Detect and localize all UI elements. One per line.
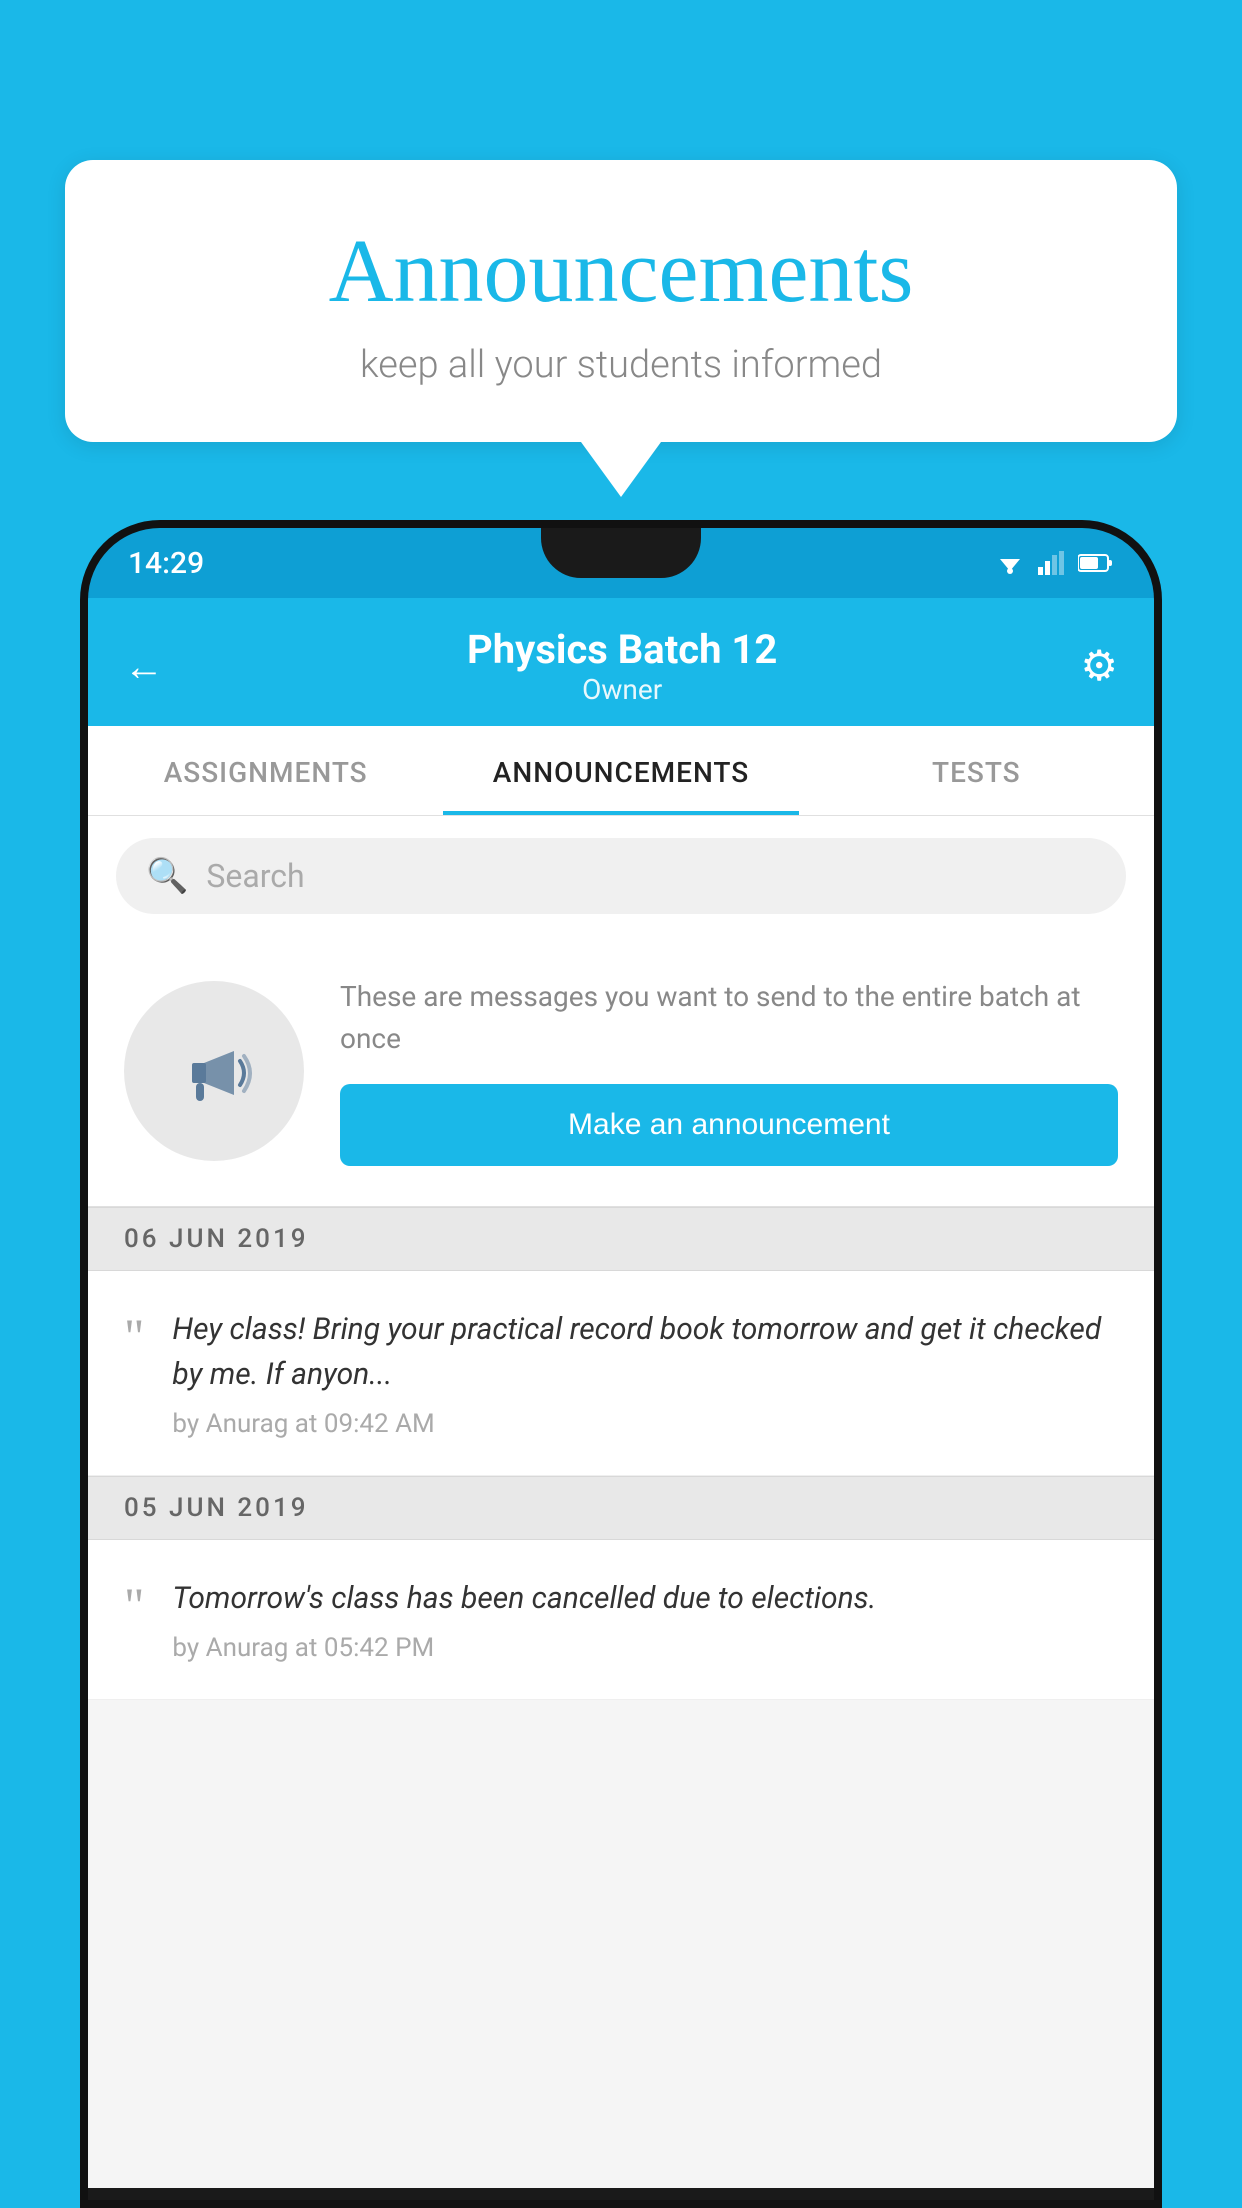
bubble-subtitle: keep all your students informed [145,343,1097,387]
status-bar: 14:29 [88,528,1154,598]
search-bar-container: 🔍 Search [88,816,1154,936]
promo-description: These are messages you want to send to t… [340,976,1118,1060]
header-subtitle: Owner [467,673,777,706]
notch [541,528,701,578]
announcement-text-1: Hey class! Bring your practical record b… [172,1307,1118,1397]
back-button[interactable]: ← [124,643,164,690]
announcement-text-2: Tomorrow's class has been cancelled due … [172,1576,1118,1621]
tabs-container: ASSIGNMENTS ANNOUNCEMENTS TESTS [88,726,1154,816]
speech-bubble-card: Announcements keep all your students inf… [65,160,1177,442]
quote-icon-2: " [124,1580,144,1663]
side-button-left [80,828,84,908]
announcement-meta-2: by Anurag at 05:42 PM [172,1633,1118,1663]
announcement-content-2: Tomorrow's class has been cancelled due … [172,1576,1118,1663]
speech-bubble-section: Announcements keep all your students inf… [65,160,1177,497]
announcement-promo: These are messages you want to send to t… [88,936,1154,1207]
announcement-content-1: Hey class! Bring your practical record b… [172,1307,1118,1439]
tab-tests[interactable]: TESTS [799,726,1154,815]
search-icon: 🔍 [146,856,188,896]
search-placeholder: Search [206,857,304,895]
announcement-meta-1: by Anurag at 09:42 AM [172,1409,1118,1439]
megaphone-icon [164,1021,264,1121]
phone-frame: 14:29 ← Phys [80,520,1162,2208]
status-icons [994,551,1114,575]
announcement-item-2[interactable]: " Tomorrow's class has been cancelled du… [88,1540,1154,1700]
tab-assignments[interactable]: ASSIGNMENTS [88,726,443,815]
content-area: 🔍 Search [88,816,1154,2188]
signal-icon [1038,551,1066,575]
app-header: ← Physics Batch 12 Owner ⚙ [88,598,1154,726]
date-separator-1: 06 JUN 2019 [88,1207,1154,1271]
make-announcement-button[interactable]: Make an announcement [340,1084,1118,1166]
header-center: Physics Batch 12 Owner [467,626,777,706]
tab-announcements[interactable]: ANNOUNCEMENTS [443,726,798,815]
wifi-icon [994,551,1026,575]
bubble-title: Announcements [145,220,1097,323]
battery-icon [1078,553,1114,573]
settings-icon[interactable]: ⚙ [1080,641,1118,691]
status-time: 14:29 [128,546,204,581]
quote-icon-1: " [124,1311,144,1439]
date-separator-2: 05 JUN 2019 [88,1476,1154,1540]
header-title: Physics Batch 12 [467,626,777,673]
promo-right: These are messages you want to send to t… [340,976,1118,1166]
promo-icon-circle [124,981,304,1161]
announcement-item-1[interactable]: " Hey class! Bring your practical record… [88,1271,1154,1476]
search-bar[interactable]: 🔍 Search [116,838,1126,914]
side-button-right [1158,778,1162,898]
bubble-arrow [581,442,661,497]
